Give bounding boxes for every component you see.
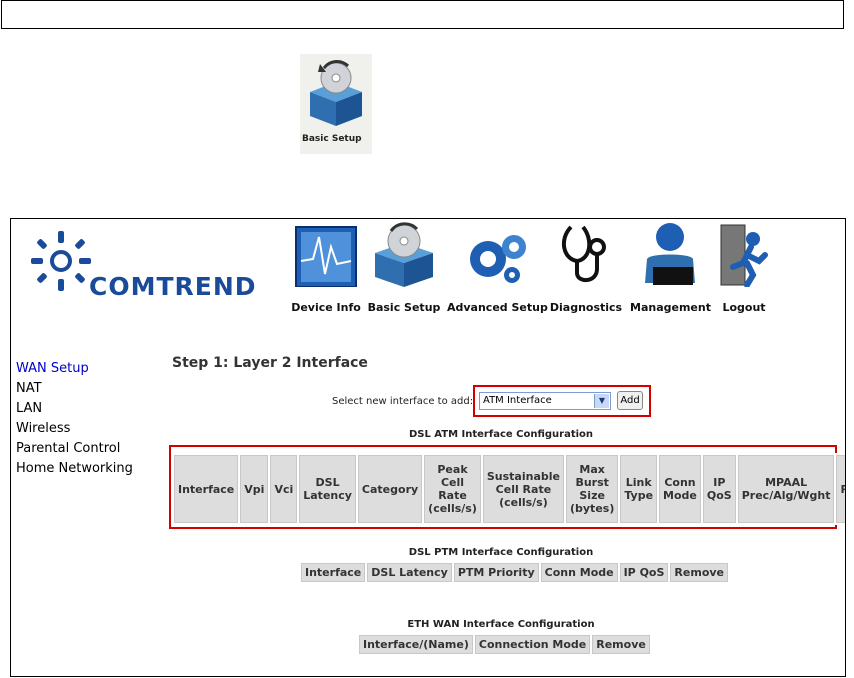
nav-device-info-label: Device Info: [291, 301, 361, 314]
main-content: Step 1: Layer 2 Interface Select new int…: [157, 343, 845, 676]
atm-col-11: MPAAL Prec/Alg/Wght: [737, 455, 835, 523]
nav-management[interactable]: Management: [630, 219, 711, 314]
sidebar-item-wireless[interactable]: Wireless: [11, 419, 157, 439]
atm-col-6: Sustainable Cell Rate (cells/s): [482, 455, 564, 523]
ptm-col-3: Conn Mode: [540, 563, 618, 582]
ptm-col-5: Remove: [670, 563, 729, 582]
atm-col-4: Category: [357, 455, 423, 523]
sidebar-item-nat[interactable]: NAT: [11, 379, 157, 399]
atm-col-7: Max Burst Size (bytes): [565, 455, 619, 523]
sidebar-item-lan[interactable]: LAN: [11, 399, 157, 419]
router-ui-frame: COMTREND Device Info Basic Setup Advance…: [10, 218, 846, 677]
ptm-interface-table: Interface DSL Latency PTM Priority Conn Mod…: [299, 561, 731, 584]
chevron-down-icon[interactable]: ▼: [594, 394, 609, 408]
atm-caption: DSL ATM Interface Configuration: [408, 429, 594, 440]
atm-col-1: Vpi: [240, 455, 269, 523]
basic-setup-icon: [310, 60, 362, 126]
nav-diagnostics-label: Diagnostics: [549, 301, 623, 314]
logout-icon: [720, 224, 768, 287]
nav-advanced-setup-label: Advanced Setup: [447, 301, 548, 314]
sidebar: WAN Setup NAT LAN Wireless Parental Cont…: [11, 343, 157, 676]
interface-type-select[interactable]: ATM Interface ▼: [479, 392, 611, 410]
nav-basic-setup-label: Basic Setup: [367, 301, 441, 314]
atm-header-row: Interface Vpi Vci DSL Latency Category Peak C…: [174, 455, 845, 523]
basic-setup-standalone[interactable]: Basic Setup: [300, 54, 372, 154]
nav-logout[interactable]: Logout: [707, 219, 781, 314]
atm-col-2: Vci: [270, 455, 298, 523]
diagnostics-icon: [561, 225, 606, 282]
nav-advanced-setup[interactable]: Advanced Setup: [447, 219, 548, 314]
sidebar-item-wan-setup[interactable]: WAN Setup: [11, 359, 157, 379]
nav-device-info[interactable]: Device Info: [289, 219, 363, 314]
atm-col-0: Interface: [174, 455, 239, 523]
eth-caption: ETH WAN Interface Configuration: [407, 619, 595, 630]
basic-setup-icon: [375, 222, 433, 287]
device-info-icon: [295, 226, 357, 287]
nav-diagnostics[interactable]: Diagnostics: [549, 219, 623, 314]
page-title: Step 1: Layer 2 Interface: [172, 355, 368, 371]
atm-interface-table: Interface Vpi Vci DSL Latency Category Peak C…: [172, 453, 845, 525]
top-empty-box: [1, 0, 844, 29]
atm-col-5: Peak Cell Rate (cells/s): [424, 455, 481, 523]
atm-col-9: Conn Mode: [659, 455, 701, 523]
nav-logout-label: Logout: [722, 301, 766, 314]
atm-col-10: IP QoS: [702, 455, 736, 523]
advanced-setup-icon: [470, 235, 527, 283]
ptm-col-1: DSL Latency: [367, 563, 452, 582]
ptm-col-2: PTM Priority: [453, 563, 539, 582]
header: COMTREND Device Info Basic Setup Advance…: [11, 219, 845, 343]
add-button[interactable]: Add: [617, 391, 643, 410]
atm-col-3: DSL Latency: [299, 455, 356, 523]
ptm-header-row: Interface DSL Latency PTM Priority Conn Mod…: [301, 563, 729, 582]
brand-name: COMTREND: [89, 272, 257, 301]
atm-col-12: Remove: [836, 455, 845, 523]
ptm-col-0: Interface: [301, 563, 366, 582]
basic-setup-standalone-label: Basic Setup: [302, 134, 362, 144]
eth-header-row: Interface/(Name) Connection Mode Remove: [359, 635, 650, 654]
eth-col-0: Interface/(Name): [359, 635, 473, 654]
ptm-caption: DSL PTM Interface Configuration: [408, 547, 594, 558]
management-icon: [645, 223, 696, 285]
eth-interface-table: Interface/(Name) Connection Mode Remove: [357, 633, 652, 656]
atm-col-8: Link Type: [620, 455, 658, 523]
interface-type-select-value: ATM Interface: [483, 395, 552, 406]
eth-col-2: Remove: [592, 635, 650, 654]
nav-basic-setup[interactable]: Basic Setup: [367, 219, 441, 314]
eth-col-1: Connection Mode: [474, 635, 591, 654]
sidebar-item-parental-control[interactable]: Parental Control: [11, 439, 157, 459]
sidebar-item-home-networking[interactable]: Home Networking: [11, 459, 157, 479]
nav-management-label: Management: [630, 301, 711, 314]
ptm-col-4: IP QoS: [619, 563, 669, 582]
comtrend-logo-icon: [31, 231, 91, 291]
select-interface-label: Select new interface to add:: [332, 396, 474, 407]
